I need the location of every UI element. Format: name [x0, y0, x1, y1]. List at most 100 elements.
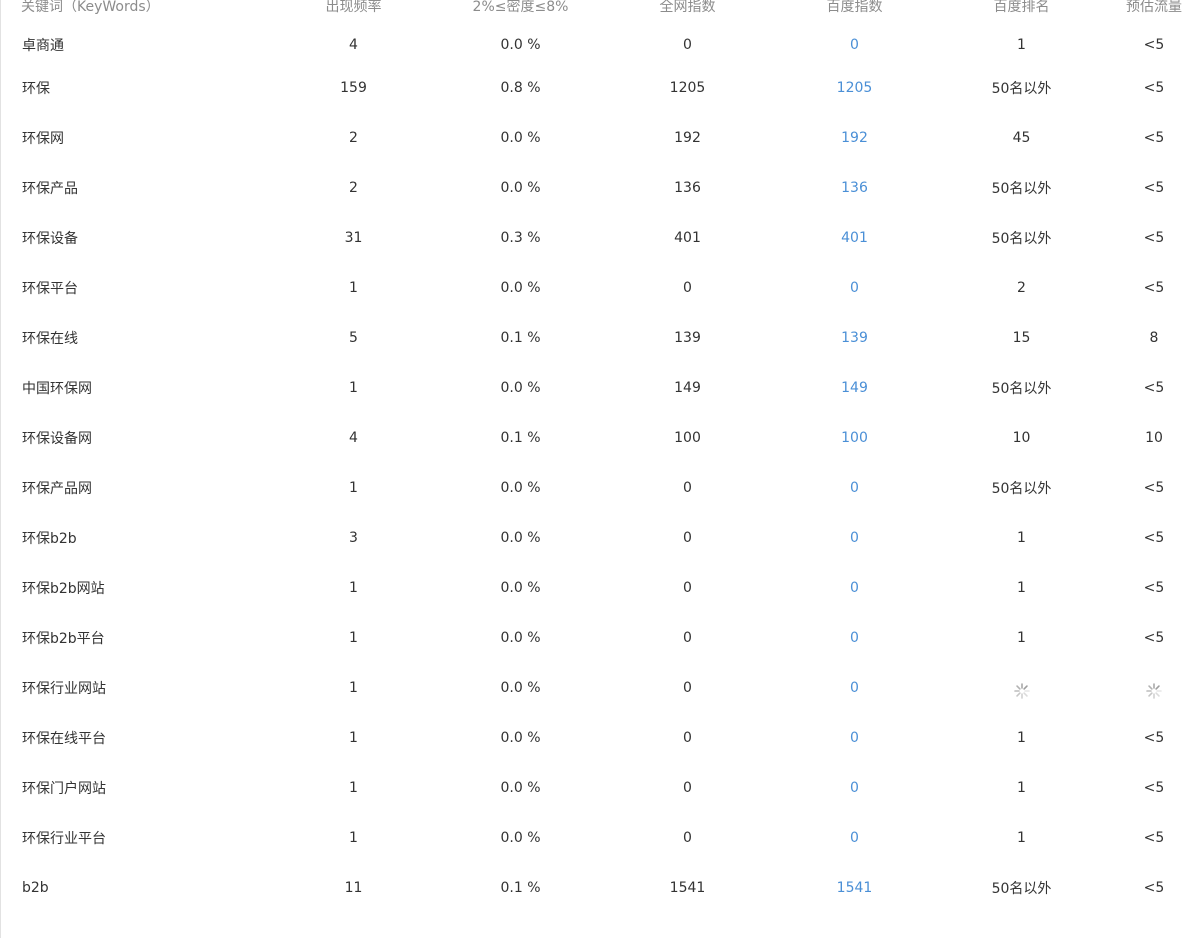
cell-frequency: 1 [349, 380, 358, 396]
cell-net-index: 0 [683, 580, 692, 596]
table-row: 环保行业平台 1 0.0 % 0 0 1 <5 [0, 813, 1203, 863]
cell-traffic: <5 [1143, 530, 1165, 546]
cell-traffic [1105, 663, 1203, 713]
baidu-index-link[interactable]: 100 [771, 413, 938, 463]
cell-traffic: <5 [1143, 580, 1165, 596]
cell-net-index: 1541 [669, 880, 706, 896]
cell-keyword: 环保网 [22, 131, 64, 147]
table-row: 环保在线 5 0.1 % 139 139 15 8 [0, 313, 1203, 363]
cell-traffic: <5 [1143, 730, 1165, 746]
table-row: 环保设备网 4 0.1 % 100 100 10 10 [0, 413, 1203, 463]
baidu-index-link[interactable]: 0 [771, 713, 938, 763]
table-row: 环保b2b平台 1 0.0 % 0 0 1 <5 [0, 613, 1203, 663]
cell-keyword: 环保行业平台 [22, 831, 106, 847]
cell-density: 0.1 % [500, 880, 541, 896]
baidu-index-link[interactable]: 0 [771, 563, 938, 613]
baidu-index-link[interactable]: 1205 [771, 63, 938, 113]
cell-frequency: 159 [340, 80, 367, 96]
baidu-index-link[interactable]: 0 [771, 463, 938, 513]
cell-density: 0.0 % [500, 780, 541, 796]
cell-traffic: <5 [1143, 80, 1165, 96]
table-body: 卓商通 4 0.0 % 0 0 1 <5 环保 159 0.8 % 1205 1205 50名以外 <5 环… [0, 26, 1203, 913]
cell-frequency: 2 [349, 130, 358, 146]
baidu-index-link[interactable]: 1541 [771, 863, 938, 913]
cell-frequency: 1 [349, 280, 358, 296]
cell-baidu-rank [938, 663, 1105, 713]
baidu-index-link[interactable]: 136 [771, 163, 938, 213]
cell-net-index: 401 [674, 230, 701, 246]
table-row: 环保门户网站 1 0.0 % 0 0 1 <5 [0, 763, 1203, 813]
cell-keyword: 环保 [22, 81, 50, 97]
cell-density: 0.0 % [500, 580, 541, 596]
baidu-index-link[interactable]: 0 [771, 813, 938, 863]
cell-frequency: 2 [349, 180, 358, 196]
cell-baidu-rank: 1 [1017, 730, 1026, 746]
cell-net-index: 0 [683, 730, 692, 746]
cell-net-index: 0 [683, 780, 692, 796]
cell-baidu-rank: 50名以外 [991, 231, 1052, 247]
table-row: 卓商通 4 0.0 % 0 0 1 <5 [0, 26, 1203, 63]
cell-keyword: 环保产品网 [22, 481, 92, 497]
cell-baidu-rank: 1 [1017, 630, 1026, 646]
table-row: 环保平台 1 0.0 % 0 0 2 <5 [0, 263, 1203, 313]
header-net-index: 全网指数 [659, 0, 716, 15]
cell-density: 0.1 % [500, 430, 541, 446]
cell-baidu-rank: 2 [1017, 280, 1026, 296]
baidu-index-link[interactable]: 0 [771, 613, 938, 663]
table-row: 环保 159 0.8 % 1205 1205 50名以外 <5 [0, 63, 1203, 113]
baidu-index-link[interactable]: 0 [771, 763, 938, 813]
cell-keyword: 环保产品 [22, 181, 78, 197]
cell-keyword: 中国环保网 [22, 381, 92, 397]
cell-traffic: 8 [1149, 330, 1159, 346]
table-row: 环保在线平台 1 0.0 % 0 0 1 <5 [0, 713, 1203, 763]
loading-spinner-icon [1146, 683, 1162, 699]
table-row: 环保产品网 1 0.0 % 0 0 50名以外 <5 [0, 463, 1203, 513]
cell-density: 0.1 % [500, 330, 541, 346]
cell-keyword: 环保行业网站 [22, 681, 106, 697]
baidu-index-link[interactable]: 401 [771, 213, 938, 263]
cell-baidu-rank: 10 [1012, 430, 1031, 446]
cell-baidu-rank: 50名以外 [991, 81, 1052, 97]
cell-net-index: 0 [683, 36, 692, 53]
cell-frequency: 1 [349, 480, 358, 496]
cell-frequency: 11 [344, 880, 363, 896]
cell-baidu-rank: 1 [1017, 580, 1026, 596]
cell-density: 0.0 % [500, 180, 541, 196]
cell-traffic: <5 [1143, 880, 1165, 896]
table-row: 中国环保网 1 0.0 % 149 149 50名以外 <5 [0, 363, 1203, 413]
cell-keyword: 环保b2b平台 [22, 631, 105, 647]
cell-keyword: 环保平台 [22, 281, 78, 297]
cell-frequency: 1 [349, 580, 358, 596]
baidu-index-link[interactable]: 0 [771, 26, 938, 63]
cell-baidu-rank: 50名以外 [991, 481, 1052, 497]
baidu-index-link[interactable]: 0 [771, 263, 938, 313]
table-row: 环保网 2 0.0 % 192 192 45 <5 [0, 113, 1203, 163]
header-frequency: 出现频率 [325, 0, 382, 15]
cell-traffic: <5 [1143, 280, 1165, 296]
baidu-index-link[interactable]: 0 [771, 513, 938, 563]
cell-net-index: 0 [683, 830, 692, 846]
baidu-index-link[interactable]: 139 [771, 313, 938, 363]
header-density: 2%≤密度≤8% [472, 0, 569, 15]
cell-frequency: 4 [349, 430, 358, 446]
header-baidu-index: 百度指数 [826, 0, 883, 15]
table-row: 环保行业网站 1 0.0 % 0 0 [0, 663, 1203, 713]
cell-baidu-rank: 15 [1012, 330, 1031, 346]
cell-keyword: 环保b2b [22, 531, 77, 547]
cell-keyword: 卓商通 [22, 37, 64, 54]
baidu-index-link[interactable]: 149 [771, 363, 938, 413]
cell-net-index: 0 [683, 280, 692, 296]
cell-net-index: 149 [674, 380, 701, 396]
cell-net-index: 100 [674, 430, 701, 446]
table-row: 环保产品 2 0.0 % 136 136 50名以外 <5 [0, 163, 1203, 213]
cell-net-index: 192 [674, 130, 701, 146]
table-row: 环保b2b网站 1 0.0 % 0 0 1 <5 [0, 563, 1203, 613]
cell-baidu-rank: 45 [1012, 130, 1031, 146]
cell-net-index: 0 [683, 680, 692, 696]
cell-density: 0.0 % [500, 130, 541, 146]
baidu-index-link[interactable]: 0 [771, 663, 938, 713]
cell-frequency: 1 [349, 830, 358, 846]
cell-frequency: 1 [349, 730, 358, 746]
baidu-index-link[interactable]: 192 [771, 113, 938, 163]
cell-baidu-rank: 1 [1017, 530, 1026, 546]
